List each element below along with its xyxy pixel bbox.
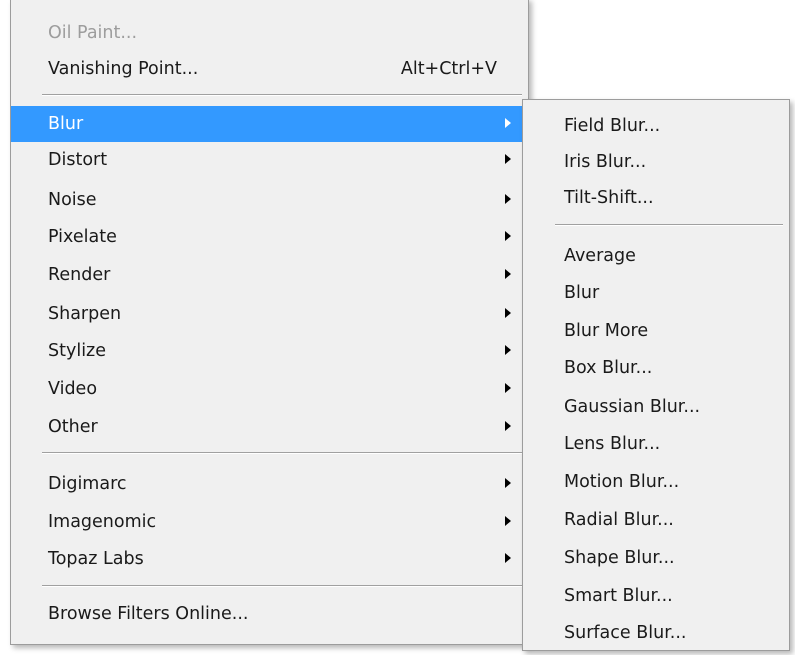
submenu-item-box-blur[interactable]: Box Blur... [523, 350, 789, 386]
submenu-arrow-icon [505, 118, 511, 128]
menu-item-label: Video [48, 379, 98, 399]
blur-submenu: Field Blur... Iris Blur... Tilt-Shift...… [522, 99, 790, 651]
menu-item-digimarc[interactable]: Digimarc [11, 466, 528, 502]
menu-item-topaz-labs[interactable]: Topaz Labs [11, 541, 528, 577]
menu-item-label: Surface Blur... [564, 623, 687, 643]
menu-separator [42, 585, 522, 587]
menu-item-label: Gaussian Blur... [564, 397, 701, 417]
menu-item-label: Distort [48, 150, 108, 170]
menu-separator [42, 94, 522, 96]
menu-item-label: Render [48, 265, 111, 285]
submenu-arrow-icon [505, 231, 511, 241]
menu-item-label: Pixelate [48, 227, 117, 247]
menu-item-label: Sharpen [48, 304, 122, 324]
menu-item-label: Average [564, 246, 636, 266]
submenu-arrow-icon [505, 194, 511, 204]
submenu-arrow-icon [505, 553, 511, 563]
menu-item-video[interactable]: Video [11, 371, 528, 407]
submenu-arrow-icon [505, 154, 511, 164]
submenu-item-smart-blur[interactable]: Smart Blur... [523, 578, 789, 614]
menu-item-label: Tilt-Shift... [564, 188, 654, 208]
submenu-arrow-icon [505, 383, 511, 393]
menu-item-label: Box Blur... [564, 358, 653, 378]
menu-item-label: Stylize [48, 341, 107, 361]
menu-item-oil-paint[interactable]: Oil Paint... [11, 15, 528, 51]
menu-item-label: Field Blur... [564, 116, 661, 136]
menu-item-label: Other [48, 417, 98, 437]
menu-item-imagenomic[interactable]: Imagenomic [11, 504, 528, 540]
submenu-arrow-icon [505, 516, 511, 526]
submenu-item-gaussian-blur[interactable]: Gaussian Blur... [523, 389, 789, 425]
menu-item-label: Topaz Labs [48, 549, 144, 569]
filter-menu: Oil Paint... Vanishing Point... Alt+Ctrl… [10, 0, 529, 645]
submenu-arrow-icon [505, 421, 511, 431]
menu-item-browse-filters-online[interactable]: Browse Filters Online... [11, 596, 528, 632]
menu-item-stylize[interactable]: Stylize [11, 333, 528, 369]
menu-item-label: Blur More [564, 321, 649, 341]
menu-item-label: Browse Filters Online... [48, 604, 249, 624]
menu-item-vanishing-point[interactable]: Vanishing Point... Alt+Ctrl+V [11, 51, 528, 87]
shortcut-label: Alt+Ctrl+V [400, 59, 497, 79]
menu-separator [555, 224, 783, 226]
submenu-item-blur-more[interactable]: Blur More [523, 313, 789, 349]
menu-item-distort[interactable]: Distort [11, 142, 528, 178]
menu-item-noise[interactable]: Noise [11, 182, 528, 218]
menu-item-sharpen[interactable]: Sharpen [11, 296, 528, 332]
menu-item-label: Lens Blur... [564, 434, 661, 454]
submenu-item-radial-blur[interactable]: Radial Blur... [523, 502, 789, 538]
submenu-arrow-icon [505, 478, 511, 488]
menu-item-render[interactable]: Render [11, 257, 528, 293]
menu-item-label: Smart Blur... [564, 586, 673, 606]
menu-item-other[interactable]: Other [11, 409, 528, 445]
menu-item-label: Noise [48, 190, 97, 210]
menu-item-label: Motion Blur... [564, 472, 680, 492]
submenu-item-blur[interactable]: Blur [523, 275, 789, 311]
submenu-item-average[interactable]: Average [523, 238, 789, 274]
menu-separator [42, 452, 522, 454]
menu-item-label: Radial Blur... [564, 510, 674, 530]
submenu-item-motion-blur[interactable]: Motion Blur... [523, 464, 789, 500]
submenu-item-iris-blur[interactable]: Iris Blur... [523, 144, 789, 180]
menu-item-blur[interactable]: Blur [11, 106, 528, 142]
menu-item-label: Vanishing Point... [48, 59, 199, 79]
menu-item-label: Digimarc [48, 474, 127, 494]
menu-item-label: Oil Paint... [48, 23, 138, 43]
submenu-item-tilt-shift[interactable]: Tilt-Shift... [523, 180, 789, 216]
menu-item-pixelate[interactable]: Pixelate [11, 219, 528, 255]
submenu-arrow-icon [505, 308, 511, 318]
submenu-item-lens-blur[interactable]: Lens Blur... [523, 426, 789, 462]
menu-item-label: Shape Blur... [564, 548, 675, 568]
menu-item-label: Iris Blur... [564, 152, 647, 172]
menu-item-label: Blur [48, 114, 84, 134]
menu-item-label: Imagenomic [48, 512, 157, 532]
submenu-arrow-icon [505, 269, 511, 279]
submenu-item-field-blur[interactable]: Field Blur... [523, 108, 789, 144]
submenu-item-surface-blur[interactable]: Surface Blur... [523, 615, 789, 651]
menu-item-label: Blur [564, 283, 600, 303]
submenu-item-shape-blur[interactable]: Shape Blur... [523, 540, 789, 576]
submenu-arrow-icon [505, 345, 511, 355]
